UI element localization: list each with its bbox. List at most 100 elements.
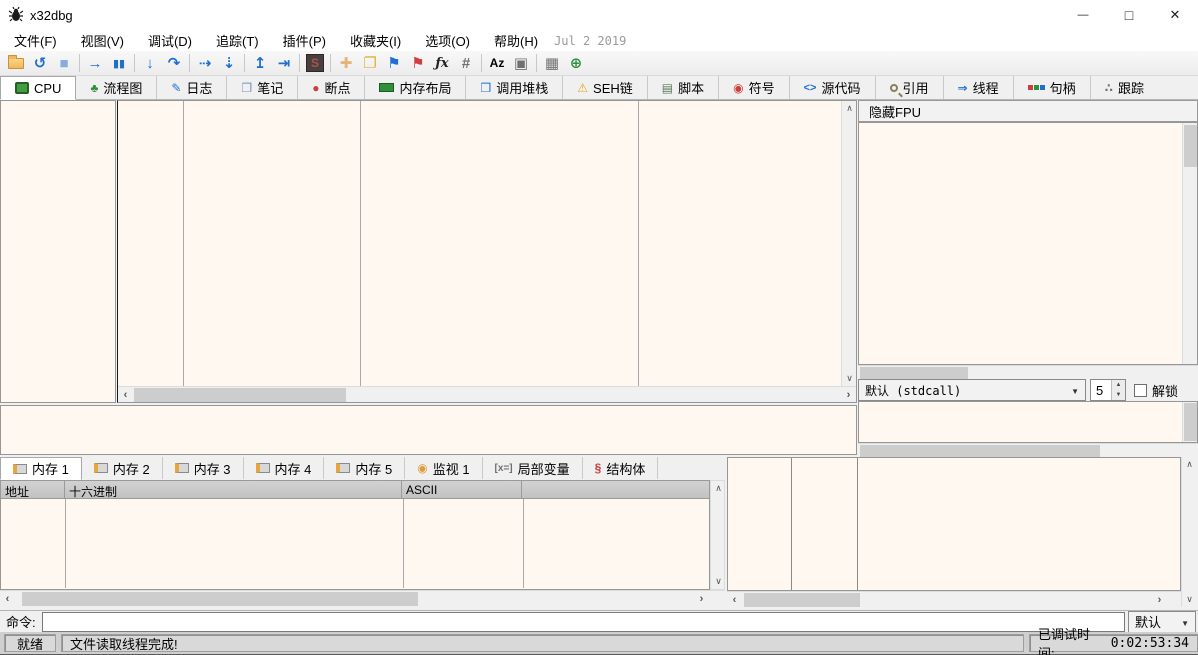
menu-help[interactable]: 帮助(H)	[484, 29, 548, 52]
tab-notes[interactable]: ❐笔记	[227, 76, 298, 99]
menu-options[interactable]: 选项(O)	[415, 29, 480, 52]
scroll-left-arrow[interactable]	[118, 387, 133, 402]
spin-up-icon[interactable]: ▲	[1112, 380, 1125, 390]
tab-seh[interactable]: ⚠SEH链	[563, 76, 648, 99]
scroll-down-arrow[interactable]	[711, 574, 726, 589]
disassembly-pane[interactable]	[117, 100, 857, 403]
restart-button[interactable]: ↺	[28, 52, 52, 74]
scroll-thumb[interactable]	[1184, 403, 1197, 441]
menu-view[interactable]: 视图(V)	[71, 29, 134, 52]
functions-button[interactable]: ƒx	[430, 52, 454, 74]
scroll-right-arrow[interactable]	[694, 591, 709, 606]
tab-references[interactable]: 引用	[876, 76, 944, 99]
stack-horizontal-scrollbar[interactable]	[727, 591, 1181, 607]
step-over-source-button[interactable]: ⇣	[217, 52, 241, 74]
scroll-left-arrow[interactable]	[0, 591, 15, 606]
tab-watch-1[interactable]: ◉监视 1	[405, 457, 482, 479]
calling-convention-select[interactable]: 默认 (stdcall)	[858, 379, 1086, 401]
scroll-thumb[interactable]	[134, 388, 346, 402]
run-button[interactable]: →	[83, 52, 107, 74]
tab-graph[interactable]: ♣流程图	[76, 76, 157, 99]
menu-plugins[interactable]: 插件(P)	[273, 29, 336, 52]
stack-column-divider[interactable]	[857, 458, 858, 590]
column-hex[interactable]: 十六进制	[65, 481, 402, 498]
disasm-column-divider[interactable]	[638, 101, 639, 386]
internet-globe-button[interactable]: ⊕	[564, 52, 588, 74]
tab-locals[interactable]: [x=]局部变量	[483, 457, 583, 479]
tab-dump-4[interactable]: 内存 4	[244, 457, 325, 479]
unlock-checkbox[interactable]: 解锁	[1134, 381, 1178, 400]
tab-trace[interactable]: ∴跟踪	[1091, 76, 1158, 99]
pause-button[interactable]: ▮▮	[107, 52, 131, 74]
hide-fpu-button[interactable]: 隐藏FPU	[858, 100, 1198, 122]
arguments-horizontal-scrollbar[interactable]	[858, 443, 1198, 457]
command-profile-select[interactable]: 默认	[1128, 611, 1196, 633]
registers-vertical-scrollbar[interactable]	[1182, 123, 1197, 364]
argument-count-spinner[interactable]: 5 ▲▼	[1090, 379, 1126, 401]
command-input[interactable]	[42, 612, 1125, 632]
scroll-up-arrow[interactable]	[711, 481, 726, 496]
step-into-button[interactable]: ↓	[138, 52, 162, 74]
arguments-pane[interactable]	[858, 401, 1198, 443]
disasm-side-pane[interactable]	[0, 100, 116, 403]
info-box-pane[interactable]	[0, 405, 857, 455]
tab-log[interactable]: ✎日志	[157, 76, 227, 99]
menu-favourites[interactable]: 收藏夹(I)	[340, 29, 411, 52]
tab-threads[interactable]: ⇒线程	[944, 76, 1014, 99]
scroll-thumb[interactable]	[22, 592, 418, 606]
scroll-up-arrow[interactable]	[842, 101, 857, 116]
tab-cpu[interactable]: CPU	[0, 76, 76, 100]
tab-dump-2[interactable]: 内存 2	[82, 457, 163, 479]
execute-till-return-button[interactable]: ↥	[248, 52, 272, 74]
scroll-right-arrow[interactable]	[841, 387, 856, 402]
registers-pane[interactable]	[858, 122, 1198, 365]
scylla-button[interactable]: S	[303, 52, 327, 74]
scroll-down-arrow[interactable]	[842, 371, 857, 386]
menu-trace[interactable]: 追踪(T)	[206, 29, 269, 52]
scroll-left-arrow[interactable]	[727, 592, 742, 607]
handheld-device-button[interactable]: ▣	[509, 52, 533, 74]
disasm-column-divider[interactable]	[360, 101, 361, 386]
run-to-user-code-button[interactable]: ⇥	[272, 52, 296, 74]
bookmarks-button[interactable]: ⚑	[406, 52, 430, 74]
close-button[interactable]	[1152, 0, 1198, 30]
comments-button[interactable]: ❐	[358, 52, 382, 74]
stack-vertical-scrollbar[interactable]	[1181, 457, 1197, 607]
maximize-button[interactable]	[1106, 0, 1152, 30]
checkbox-box[interactable]	[1134, 384, 1147, 397]
stack-pane[interactable]	[727, 457, 1181, 591]
scroll-up-arrow[interactable]	[1182, 457, 1197, 472]
column-address[interactable]: 地址	[1, 481, 65, 498]
column-ascii[interactable]: ASCII	[402, 481, 522, 498]
stack-column-divider[interactable]	[791, 458, 792, 590]
scroll-right-arrow[interactable]	[1152, 592, 1167, 607]
tab-handles[interactable]: 句柄	[1014, 76, 1091, 99]
tab-script[interactable]: ▤脚本	[648, 76, 719, 99]
stop-button[interactable]: ■	[52, 52, 76, 74]
registers-horizontal-scrollbar[interactable]	[858, 365, 1198, 379]
scroll-thumb[interactable]	[744, 593, 860, 607]
tab-call-stack[interactable]: ❒调用堆栈	[466, 76, 563, 99]
disasm-column-divider[interactable]	[183, 101, 184, 386]
column-extra[interactable]	[522, 481, 709, 498]
tab-struct[interactable]: §结构体	[583, 457, 659, 479]
tab-symbols[interactable]: ◉符号	[719, 76, 790, 99]
scroll-thumb[interactable]	[860, 367, 968, 379]
scroll-thumb[interactable]	[1184, 125, 1197, 167]
menu-debug[interactable]: 调试(D)	[138, 29, 202, 52]
tab-source[interactable]: <>源代码	[790, 76, 876, 99]
step-into-source-button[interactable]: ⇢	[193, 52, 217, 74]
patches-button[interactable]: ✚	[334, 52, 358, 74]
dump-horizontal-scrollbar[interactable]	[0, 590, 725, 606]
calculator-button[interactable]: ▦	[540, 52, 564, 74]
dump-vertical-scrollbar[interactable]	[710, 480, 725, 590]
tab-breakpoints[interactable]: ●断点	[298, 76, 365, 99]
scroll-down-arrow[interactable]	[1182, 592, 1197, 607]
minimize-button[interactable]	[1060, 0, 1106, 30]
step-over-button[interactable]: ↷	[162, 52, 186, 74]
tab-dump-5[interactable]: 内存 5	[324, 457, 405, 479]
tab-dump-1[interactable]: 内存 1	[0, 457, 82, 480]
labels-button[interactable]: ⚑	[382, 52, 406, 74]
ascii-text-button[interactable]: Az	[485, 52, 509, 74]
dump-table-body[interactable]	[0, 499, 710, 590]
